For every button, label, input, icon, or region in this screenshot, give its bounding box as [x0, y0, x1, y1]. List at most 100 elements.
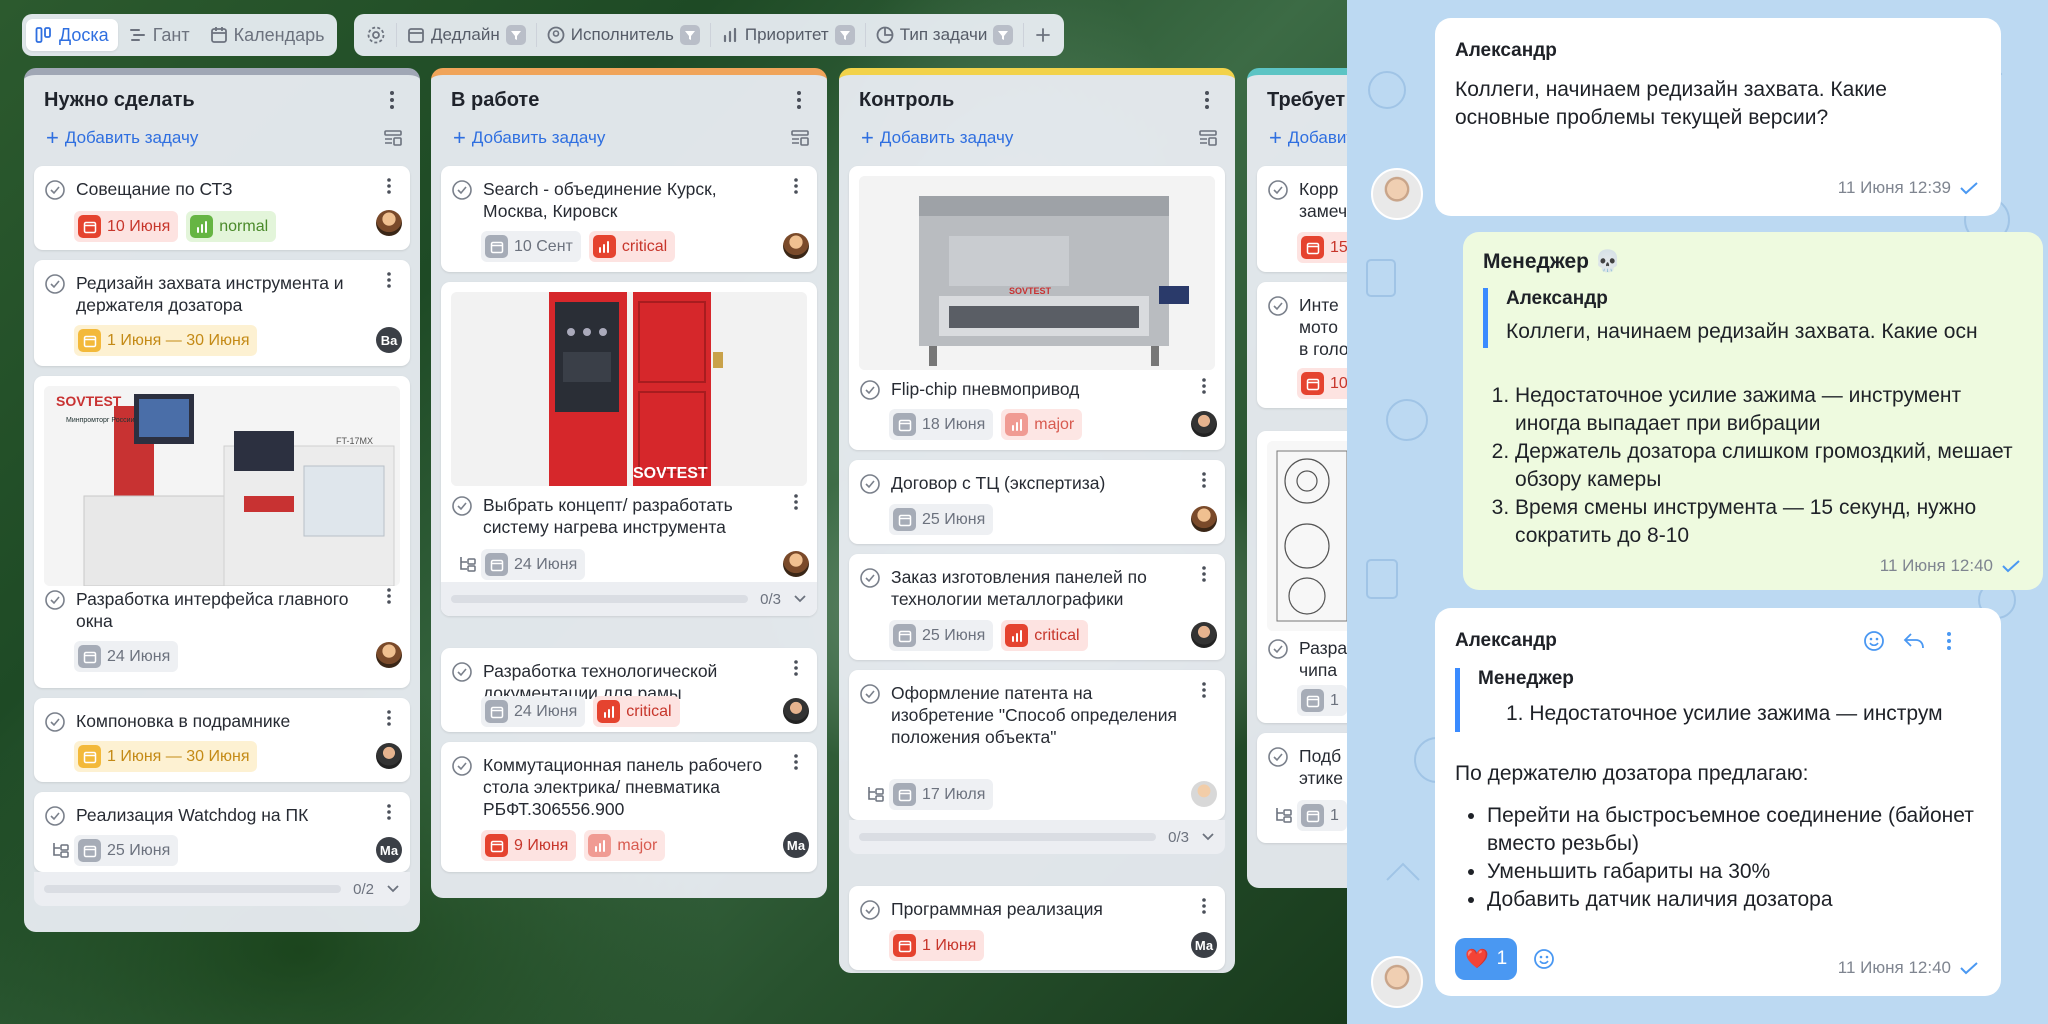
deadline-tag[interactable]: 15: [1297, 232, 1347, 263]
priority-tag[interactable]: critical: [1001, 620, 1088, 651]
avatar[interactable]: [1191, 781, 1217, 807]
check-circle-icon[interactable]: [1267, 179, 1289, 201]
chevron-down-icon[interactable]: [1201, 832, 1215, 842]
deadline-tag[interactable]: 24 Июня: [481, 696, 586, 727]
template-icon[interactable]: [791, 130, 809, 146]
avatar[interactable]: [376, 743, 402, 769]
task-card[interactable]: Оформление патента на изобретение "Спосо…: [849, 670, 1225, 820]
task-card[interactable]: Коммутационная панель рабочего стола эле…: [441, 742, 817, 872]
task-card[interactable]: Search - объединение Курск, Москва, Киро…: [441, 166, 817, 272]
priority-tag[interactable]: major: [1001, 409, 1083, 440]
chat-message[interactable]: Александр Менеджер 1. Недостаточное усил…: [1435, 608, 2001, 996]
check-circle-icon[interactable]: [859, 473, 881, 495]
card-menu-icon[interactable]: [785, 660, 807, 682]
card-menu-icon[interactable]: [378, 178, 400, 200]
add-task-button[interactable]: + Добавить задачу: [46, 127, 198, 149]
card-menu-icon[interactable]: [1193, 472, 1215, 494]
check-circle-icon[interactable]: [451, 179, 473, 201]
card-menu-icon[interactable]: [378, 588, 400, 610]
deadline-tag[interactable]: 25 Июня: [889, 504, 994, 535]
view-calendar-tab[interactable]: Календарь: [201, 19, 334, 51]
card-menu-icon[interactable]: [785, 178, 807, 200]
template-icon[interactable]: [384, 130, 402, 146]
card-menu-icon[interactable]: [378, 272, 400, 294]
check-circle-icon[interactable]: [1267, 746, 1289, 768]
avatar[interactable]: Ма: [783, 832, 809, 858]
settings-gear-icon[interactable]: [360, 19, 392, 51]
view-gantt-tab[interactable]: Гант: [120, 19, 199, 51]
task-card[interactable]: Заказ изготовления панелей по технологии…: [849, 554, 1225, 660]
check-circle-icon[interactable]: [859, 567, 881, 589]
card-menu-icon[interactable]: [378, 710, 400, 732]
avatar[interactable]: [783, 233, 809, 259]
add-reaction-icon[interactable]: [1533, 948, 1555, 970]
check-circle-icon[interactable]: [859, 899, 881, 921]
card-menu-icon[interactable]: [1193, 378, 1215, 400]
task-card[interactable]: Программная реализация 1 Июня Ма: [849, 886, 1225, 970]
deadline-tag[interactable]: 1: [1297, 685, 1347, 716]
deadline-tag[interactable]: 24 Июня: [74, 641, 179, 672]
check-circle-icon[interactable]: [859, 683, 881, 705]
deadline-tag[interactable]: 17 Июля: [889, 779, 994, 810]
avatar[interactable]: [376, 642, 402, 668]
check-circle-icon[interactable]: [859, 379, 881, 401]
column-menu-icon[interactable]: [382, 90, 402, 110]
template-icon[interactable]: [1199, 130, 1217, 146]
add-task-button[interactable]: + Добавить задачу: [453, 127, 605, 149]
view-board-tab[interactable]: Доска: [26, 19, 118, 51]
task-card[interactable]: Реализация Watchdog на ПК 25 Июня Ма: [34, 792, 410, 872]
chevron-down-icon[interactable]: [793, 594, 807, 604]
priority-tag[interactable]: critical: [588, 231, 676, 262]
column-menu-icon[interactable]: [1197, 90, 1217, 110]
avatar[interactable]: [376, 210, 402, 236]
card-menu-icon[interactable]: [785, 754, 807, 776]
deadline-tag[interactable]: 25 Июня: [74, 835, 179, 866]
chat-message[interactable]: Александр Коллеги, начинаем редизайн зах…: [1435, 18, 2001, 216]
deadline-tag[interactable]: 9 Июня: [481, 830, 577, 861]
priority-tag[interactable]: normal: [186, 211, 277, 242]
card-menu-icon[interactable]: [378, 804, 400, 826]
filter-task-type[interactable]: Тип задачи: [870, 19, 1020, 51]
task-card[interactable]: Совещание по СТЗ 10 Июня normal: [34, 166, 410, 250]
deadline-tag[interactable]: 10 Сент: [481, 231, 581, 262]
avatar[interactable]: [783, 551, 809, 577]
filter-assignee[interactable]: Исполнитель: [541, 19, 706, 51]
avatar[interactable]: Ва: [376, 327, 402, 353]
add-filter-plus-icon[interactable]: [1028, 19, 1058, 51]
card-menu-icon[interactable]: [1193, 898, 1215, 920]
check-circle-icon[interactable]: [44, 711, 66, 733]
task-card[interactable]: Договор с ТЦ (экспертиза) 25 Июня: [849, 460, 1225, 544]
quoted-message[interactable]: Александр Коллеги, начинаем редизайн зах…: [1483, 288, 2023, 348]
task-card[interactable]: SOVTEST Flip-chip пневмопривод 18 Июня m…: [849, 166, 1225, 450]
subtask-progress[interactable]: 0/3: [849, 820, 1225, 854]
avatar[interactable]: [1191, 411, 1217, 437]
avatar[interactable]: [1191, 622, 1217, 648]
add-task-button[interactable]: + Добавить задачу: [861, 127, 1013, 149]
filter-priority[interactable]: Приоритет: [715, 19, 861, 51]
task-card[interactable]: Разработка технологической документации …: [441, 648, 817, 732]
check-circle-icon[interactable]: [1267, 638, 1289, 660]
column-menu-icon[interactable]: [789, 90, 809, 110]
card-menu-icon[interactable]: [1193, 682, 1215, 704]
deadline-tag[interactable]: 18 Июня: [889, 409, 994, 440]
deadline-tag[interactable]: 1 Июня — 30 Июня: [74, 325, 258, 356]
priority-tag[interactable]: major: [584, 830, 666, 861]
deadline-tag[interactable]: 10: [1297, 368, 1347, 399]
subtask-progress[interactable]: 0/3: [441, 582, 817, 616]
quoted-message[interactable]: Менеджер 1. Недостаточное усилие зажима …: [1455, 668, 1975, 732]
reply-icon[interactable]: [1903, 632, 1925, 650]
task-card[interactable]: SOVTEST FT-17MX Минпромторг России Разра…: [34, 376, 410, 688]
sender-avatar[interactable]: [1371, 956, 1423, 1008]
task-card[interactable]: Инте мото в голо 10: [1257, 282, 1347, 408]
card-menu-icon[interactable]: [1193, 566, 1215, 588]
deadline-tag[interactable]: 24 Июня: [481, 549, 586, 580]
check-circle-icon[interactable]: [451, 495, 473, 517]
check-circle-icon[interactable]: [451, 755, 473, 777]
check-circle-icon[interactable]: [44, 273, 66, 295]
deadline-tag[interactable]: 10 Июня: [74, 211, 179, 242]
check-circle-icon[interactable]: [44, 179, 66, 201]
sender-avatar[interactable]: [1371, 168, 1423, 220]
avatar[interactable]: [1191, 506, 1217, 532]
more-options-icon[interactable]: [1947, 632, 1951, 650]
add-task-button[interactable]: + Добавить задачу: [1269, 127, 1347, 149]
